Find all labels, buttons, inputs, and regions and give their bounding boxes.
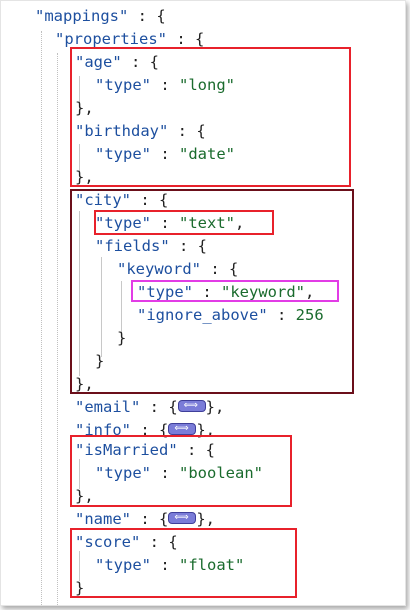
json-key: "properties" [55,30,167,48]
json-line-birthday-type: "type" : "date" [95,143,235,165]
json-line-mappings: "mappings" : { [35,5,166,27]
json-line-info: "info" : {}, [75,419,215,441]
json-punctuation: }, [75,487,94,505]
collapsed-object-icon[interactable] [177,396,206,416]
json-line-ismarried: "isMarried" : { [75,439,215,461]
json-value: "text" [179,214,235,232]
json-punctuation: : [151,464,179,482]
json-punctuation: : { [177,441,215,459]
json-key: "fields" [95,237,170,255]
json-line-score-close: } [75,577,84,599]
json-line-keyword-close: } [117,327,126,349]
json-line-score: "score" : { [75,531,178,553]
json-punctuation: }, [196,421,215,439]
json-key: "score" [75,533,141,551]
json-viewer: "mappings" : { "properties" : { "age" : … [0,0,406,606]
json-key: "name" [75,510,131,528]
json-line-ismarried-type: "type" : "boolean" [95,462,263,484]
json-punctuation: : { [140,533,178,551]
json-punctuation: : [151,556,179,574]
json-key: "type" [137,283,193,301]
json-value: "float" [179,556,245,574]
json-punctuation: }, [196,510,215,528]
json-key: "email" [75,398,141,416]
json-line-birthday-close: }, [75,166,94,188]
json-value: "keyword" [221,283,305,301]
json-line-city-close: }, [75,373,94,395]
json-line-keyword: "keyword" : { [117,258,238,280]
json-punctuation: }, [75,168,94,186]
json-punctuation: }, [205,398,225,416]
json-line-score-type: "type" : "float" [95,554,244,576]
collapsed-object-icon[interactable] [168,508,197,528]
json-key: "age" [75,53,122,71]
json-line-birthday: "birthday" : { [75,120,206,142]
json-punctuation: }, [75,375,94,393]
json-line-age-close: }, [75,97,94,119]
json-punctuation: , [305,283,315,301]
json-key: "birthday" [75,122,169,140]
json-value: "date" [179,145,235,163]
indent-guide [79,211,80,376]
json-value: "long" [179,76,235,94]
json-key: "ignore_above" [137,306,268,324]
json-punctuation: }, [75,99,94,117]
json-punctuation: : { [140,398,178,416]
json-line-fields-close: } [95,350,104,372]
json-key: "mappings" [35,7,129,25]
json-punctuation: : { [121,53,159,71]
json-punctuation: } [95,352,105,370]
json-line-age-type: "type" : "long" [95,74,235,96]
json-line-ignore-above: "ignore_above" : 256 [137,304,324,326]
json-line-fields: "fields" : { [95,235,207,257]
json-punctuation: , [235,214,245,232]
indent-guide [101,257,102,357]
json-punctuation: : { [201,260,239,278]
json-punctuation: } [117,329,127,347]
json-key: "info" [75,421,131,439]
json-key: "keyword" [117,260,201,278]
json-key: "type" [95,556,151,574]
json-line-city: "city" : { [75,189,168,211]
json-line-age: "age" : { [75,51,159,73]
json-key: "city" [75,191,131,209]
json-punctuation: : { [166,30,205,48]
json-punctuation: : { [169,237,207,255]
json-punctuation: : { [168,122,206,140]
json-key: "type" [95,464,151,482]
json-line-keyword-type: "type" : "keyword", [137,281,314,303]
json-key: "type" [95,76,151,94]
json-punctuation: : [267,306,296,324]
json-line-properties: "properties" : { [55,28,204,50]
json-punctuation: : [193,283,221,301]
json-punctuation: } [75,579,85,597]
json-key: "type" [95,214,151,232]
json-punctuation: : [151,214,179,232]
indent-guide [41,31,42,605]
json-punctuation: : { [128,7,166,25]
json-key: "type" [95,145,151,163]
json-punctuation: : [151,145,179,163]
json-value: "boolean" [179,464,263,482]
collapsed-object-icon[interactable] [168,419,197,439]
json-punctuation: : { [131,191,169,209]
json-key: "isMarried" [75,441,178,459]
json-line-city-type: "type" : "text", [95,212,244,234]
json-value: 256 [295,306,324,324]
json-punctuation: : { [131,510,169,528]
json-line-name: "name" : {}, [75,508,215,530]
json-punctuation: : [151,76,179,94]
json-punctuation: : { [131,421,169,439]
indent-guide [57,53,58,605]
json-line-email: "email" : {}, [75,396,224,418]
json-line-ismarried-close: }, [75,485,94,507]
